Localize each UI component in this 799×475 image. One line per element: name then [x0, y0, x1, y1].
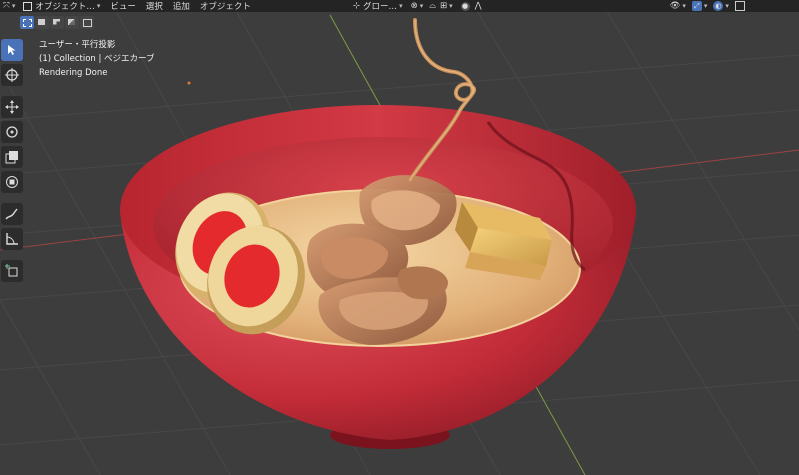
falloff-curve-icon: ⋀ — [474, 1, 482, 11]
scale-icon — [5, 151, 18, 164]
chevron-down-icon: ▾ — [419, 2, 424, 10]
proportional-edit-icon: ● — [460, 1, 470, 11]
tool-move[interactable] — [1, 96, 23, 118]
move-icon — [5, 100, 19, 114]
tool-cursor[interactable] — [1, 64, 23, 86]
select-invert-button[interactable] — [65, 15, 79, 29]
selection-mode-row — [20, 15, 94, 29]
editor-type-icon: ⤧ — [3, 1, 10, 11]
chevron-down-icon: ▾ — [449, 2, 453, 10]
snap-target-button[interactable]: ⊞ ▾ — [440, 0, 453, 12]
transform-orientation-dropdown[interactable]: ⊹ グロー… ▾ — [353, 0, 403, 12]
eye-icon: 👁 — [669, 1, 681, 11]
select-extend-icon — [38, 18, 45, 25]
select-extend-button[interactable] — [35, 15, 49, 29]
tool-scale[interactable] — [1, 146, 23, 168]
select-new-button[interactable] — [20, 15, 34, 29]
3d-viewport[interactable] — [0, 0, 799, 475]
select-box-icon — [8, 45, 16, 55]
chevron-down-icon: ▾ — [96, 2, 101, 10]
select-new-icon — [23, 18, 32, 27]
tool-shelf — [0, 38, 25, 284]
rotate-icon — [6, 126, 18, 138]
gizmo-icon: ⤢ — [691, 1, 702, 11]
tool-transform[interactable] — [1, 171, 23, 193]
viewport-header: ⤧ ▾ オブジェクト… ▾ ビュー 選択 追加 オブジェクト ⊹ グロー… ▾ ⊗… — [0, 0, 799, 12]
pivot-point-button[interactable]: ⊗ ▾ — [411, 0, 424, 12]
tool-annotate[interactable] — [1, 203, 23, 225]
gizmo-toggle[interactable]: ⤢ ▾ — [691, 0, 708, 12]
falloff-button[interactable]: ⋀ — [475, 0, 482, 12]
orientation-label: グロー… — [363, 2, 398, 12]
magnet-icon: ⌓ — [429, 1, 436, 11]
xray-icon — [734, 1, 745, 11]
menu-view[interactable]: ビュー — [110, 0, 136, 12]
view-name-label: ユーザー・平行投影 — [39, 40, 116, 50]
select-subtract-button[interactable] — [50, 15, 64, 29]
snap-toggle[interactable]: ⌓ — [429, 0, 436, 12]
editor-type-button[interactable]: ⤧ ▾ — [3, 0, 15, 12]
select-subtract-icon — [53, 18, 60, 25]
tool-add-cube[interactable] — [1, 260, 23, 282]
select-invert-icon — [68, 18, 75, 25]
orientation-icon: ⊹ — [352, 1, 361, 11]
select-intersect-icon — [83, 18, 92, 27]
chevron-down-icon: ▾ — [399, 2, 403, 10]
annotate-icon — [5, 208, 18, 220]
menu-add[interactable]: 追加 — [173, 0, 190, 12]
render-status-label: Rendering Done — [39, 68, 108, 78]
overlay-toggle[interactable]: ◐ ▾ — [713, 0, 729, 12]
chevron-down-icon: ▾ — [682, 2, 686, 10]
mode-dropdown[interactable]: オブジェクト… ▾ — [23, 0, 100, 12]
snap-increment-icon: ⊞ — [439, 1, 448, 11]
mode-label: オブジェクト… — [35, 2, 95, 12]
visibility-button[interactable]: 👁 ▾ — [670, 0, 686, 12]
menu-select[interactable]: 選択 — [146, 0, 163, 12]
select-intersect-button[interactable] — [80, 15, 94, 29]
tool-measure[interactable] — [1, 228, 23, 250]
tool-select-box[interactable] — [1, 39, 23, 61]
chevron-down-icon: ▾ — [725, 2, 729, 10]
3d-cursor-marker — [187, 81, 191, 85]
cursor-icon — [5, 68, 19, 82]
xray-toggle[interactable] — [734, 0, 745, 12]
pivot-icon: ⊗ — [410, 1, 418, 11]
overlays-icon: ◐ — [713, 1, 724, 11]
menu-object[interactable]: オブジェクト — [200, 0, 251, 12]
transform-icon — [6, 176, 18, 188]
proportional-edit-toggle[interactable]: ● — [460, 0, 470, 12]
collection-info-label: (1) Collection | ベジエカーブ — [39, 54, 155, 64]
chevron-down-icon: ▾ — [11, 2, 16, 10]
add-cube-icon — [5, 264, 18, 277]
tool-rotate[interactable] — [1, 121, 23, 143]
measure-icon — [6, 233, 18, 245]
object-mode-icon — [23, 1, 33, 11]
chevron-down-icon: ▾ — [703, 2, 708, 10]
